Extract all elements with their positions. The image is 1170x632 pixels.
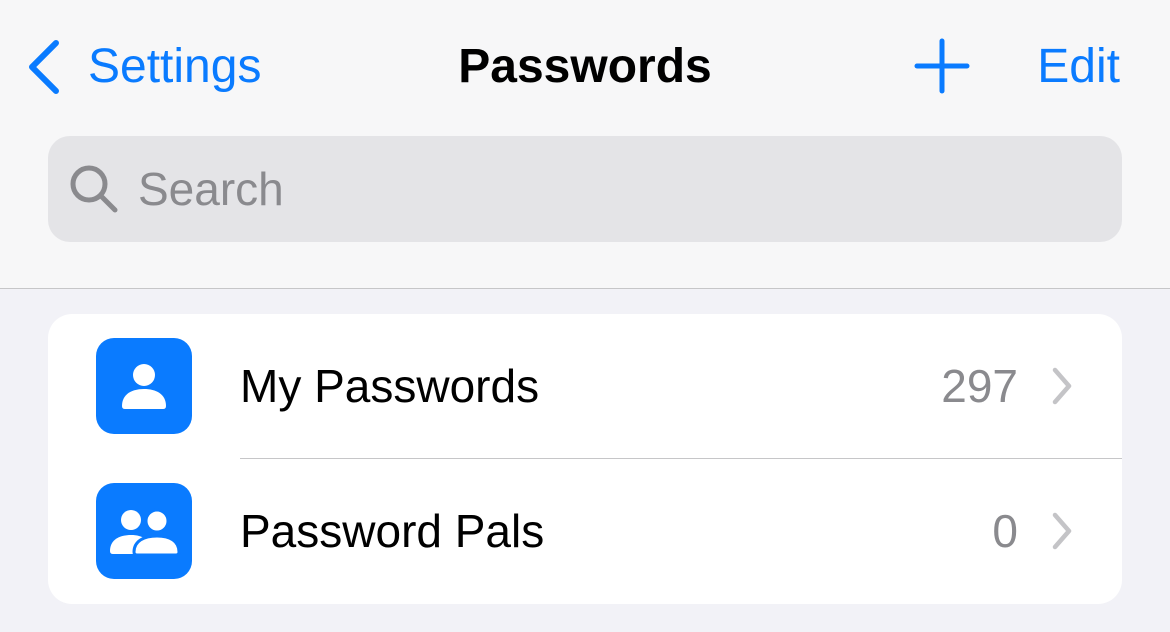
chevron-left-icon: [24, 37, 64, 97]
list-item-password-pals[interactable]: Password Pals 0: [48, 459, 1122, 604]
chevron-right-icon: [1052, 512, 1072, 550]
navigation-header: Settings Passwords Edit: [0, 0, 1170, 289]
back-button[interactable]: Settings: [24, 34, 261, 100]
list-item-my-passwords[interactable]: My Passwords 297: [48, 314, 1122, 459]
list-item-label: Password Pals: [240, 505, 545, 557]
two-people-icon: [96, 483, 192, 579]
list-item-count: 0: [992, 505, 1018, 557]
back-button-label: Settings: [88, 40, 262, 93]
list-item-count: 297: [941, 360, 1018, 412]
search-input[interactable]: [138, 159, 1038, 219]
search-icon: [68, 163, 120, 215]
edit-button[interactable]: Edit: [1037, 34, 1120, 100]
list-item-label: My Passwords: [240, 360, 540, 412]
passwords-list: My Passwords 297 Password Pals 0: [48, 314, 1122, 604]
person-icon: [96, 338, 192, 434]
search-bar[interactable]: [48, 136, 1122, 242]
add-button[interactable]: [914, 38, 970, 94]
chevron-right-icon: [1052, 367, 1072, 405]
plus-icon: [914, 38, 970, 94]
